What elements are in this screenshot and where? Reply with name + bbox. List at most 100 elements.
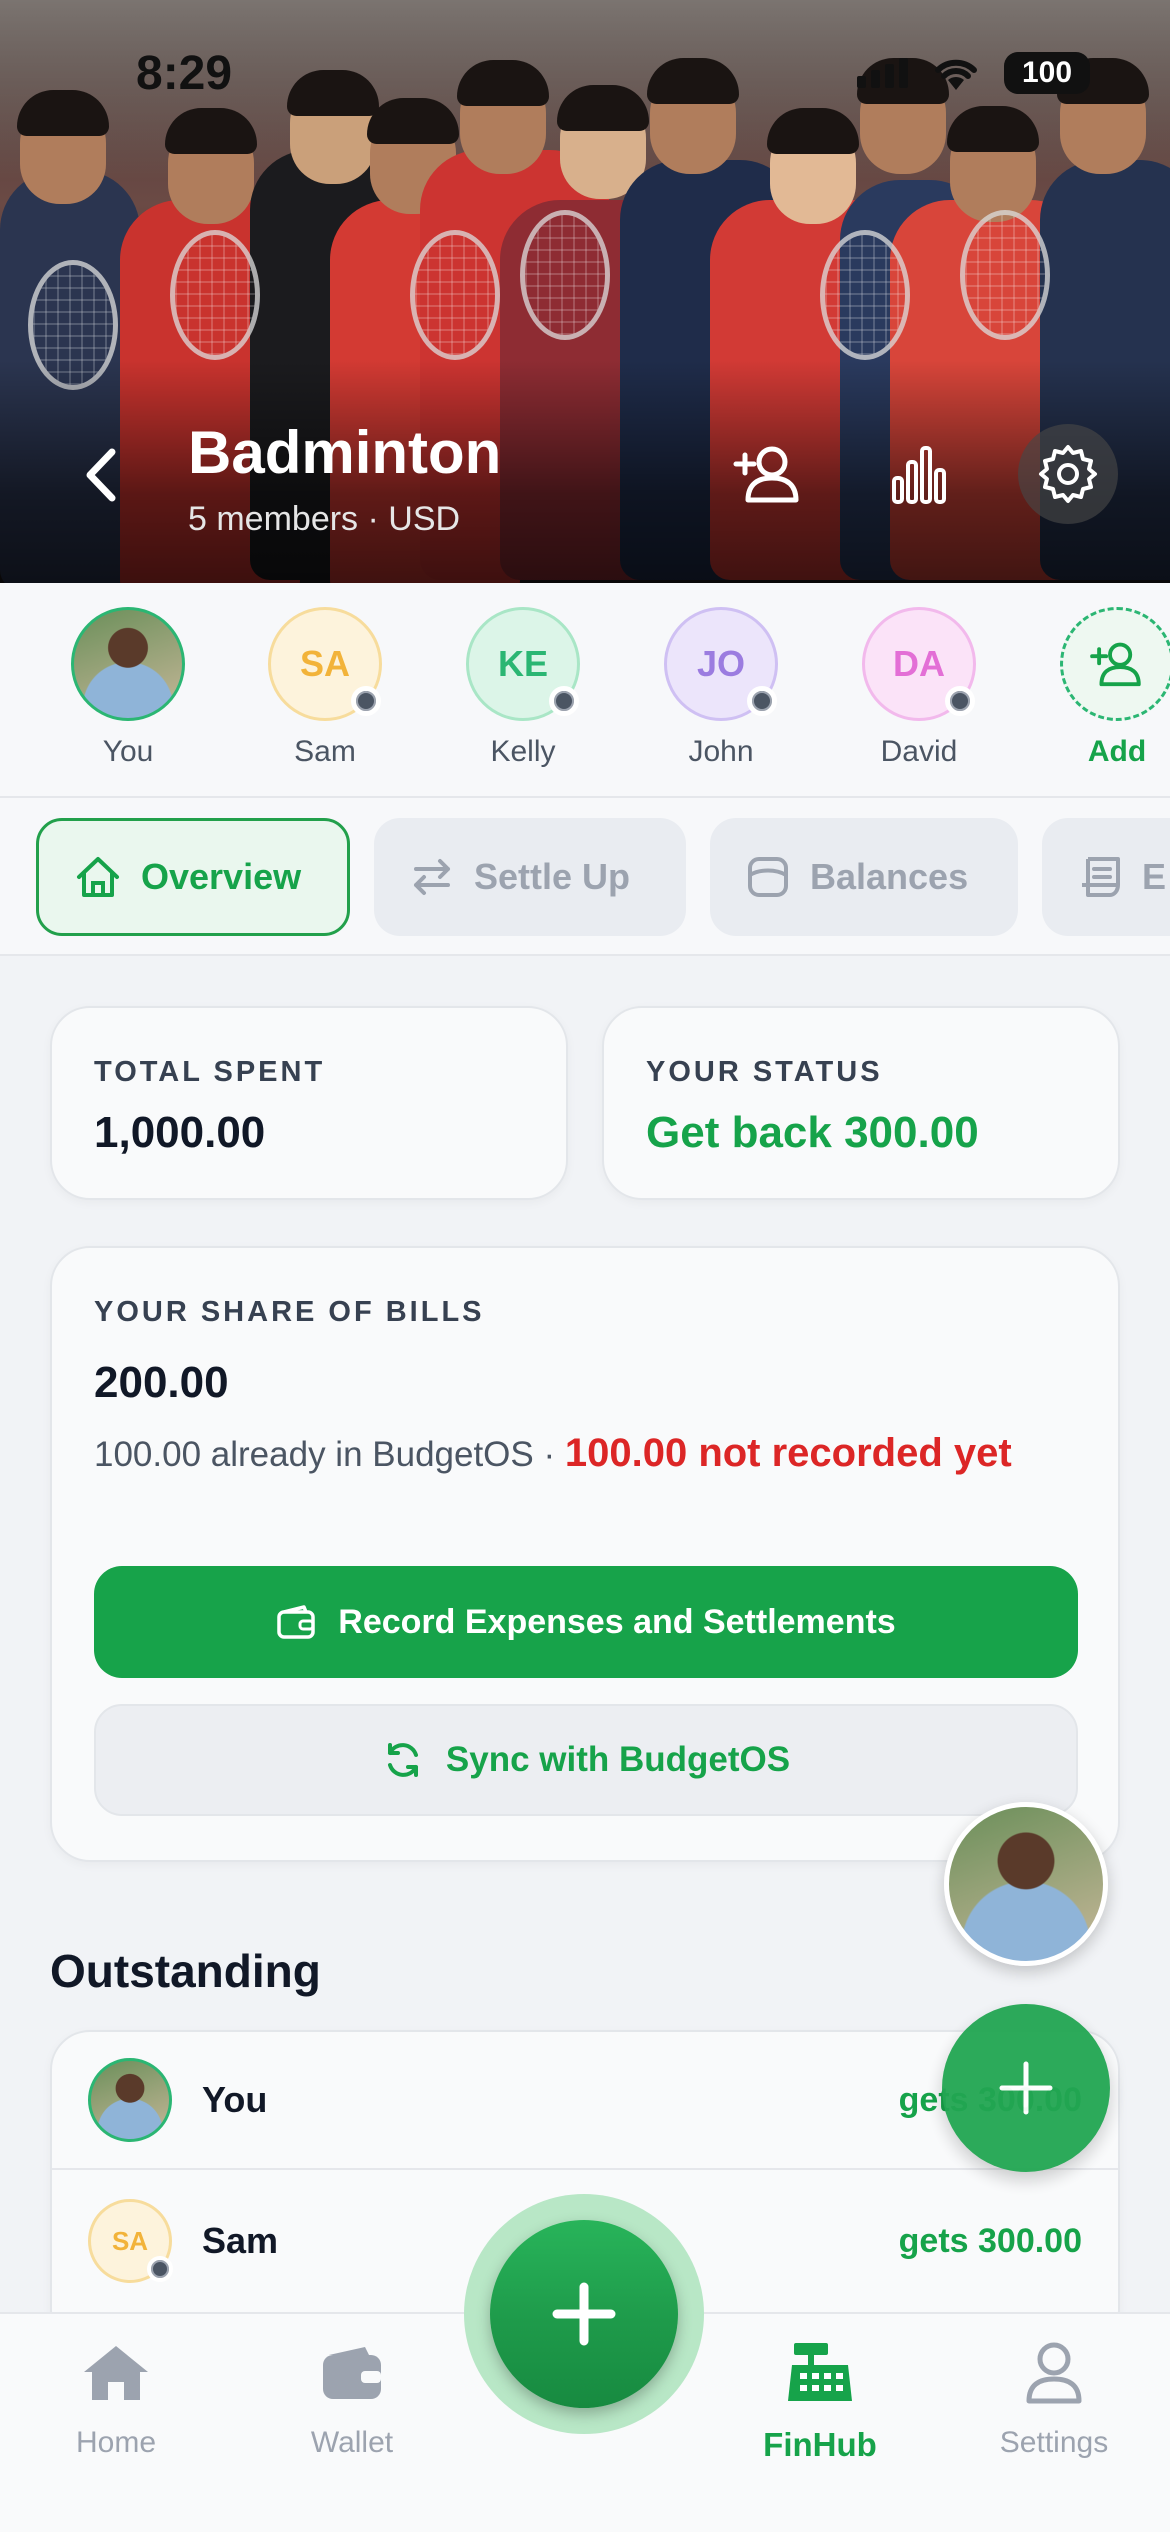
floating-profile-avatar[interactable] bbox=[944, 1802, 1108, 1966]
row-amount: gets 300.00 bbox=[898, 2221, 1082, 2260]
share-record-status: 100.00 already in BudgetOS · 100.00 not … bbox=[94, 1428, 1094, 1480]
member-name: David bbox=[880, 735, 958, 768]
tab-balances[interactable]: Balances bbox=[710, 818, 1018, 936]
avatar: JO bbox=[664, 607, 778, 721]
wallet-icon bbox=[277, 1605, 316, 1639]
member-name: Sam bbox=[294, 735, 356, 768]
members-strip: You SA Sam KE Kelly JO John DA David Add bbox=[0, 583, 1170, 798]
plus-icon bbox=[999, 2061, 1053, 2115]
member-david[interactable]: DA David bbox=[854, 607, 984, 769]
section-tabs: Overview Settle Up Balances E bbox=[0, 798, 1170, 956]
status-time: 8:29 bbox=[136, 47, 233, 100]
row-initials: SA bbox=[111, 2225, 149, 2256]
tab-expenses[interactable]: E bbox=[1042, 818, 1170, 936]
total-spent-label: TOTAL SPENT bbox=[94, 1056, 326, 1088]
nav-finhub[interactable]: FinHub bbox=[730, 2336, 910, 2464]
nav-label: Settings bbox=[999, 2426, 1109, 2459]
your-status-value: Get back 300.00 bbox=[646, 1108, 979, 1157]
nav-label: Wallet bbox=[310, 2426, 394, 2459]
avatar: SA bbox=[88, 2199, 173, 2283]
person-add-icon bbox=[733, 446, 799, 503]
add-member-button[interactable] bbox=[718, 424, 818, 524]
center-add-button[interactable] bbox=[464, 2194, 704, 2434]
member-you[interactable]: You bbox=[63, 607, 193, 769]
avatar bbox=[71, 607, 185, 721]
cash-register-icon bbox=[788, 2343, 852, 2401]
avatar bbox=[1060, 607, 1170, 721]
pending-status-dot bbox=[945, 686, 975, 716]
not-recorded-text: 100.00 not recorded yet bbox=[564, 1431, 1012, 1475]
sync-button-label: Sync with BudgetOS bbox=[445, 1740, 791, 1779]
group-settings-button[interactable] bbox=[1018, 424, 1118, 524]
avatar: SA bbox=[268, 607, 382, 721]
add-expense-fab[interactable] bbox=[942, 2004, 1110, 2172]
nav-wallet[interactable]: Wallet bbox=[262, 2336, 442, 2460]
sync-icon bbox=[387, 1743, 418, 1777]
row-name: You bbox=[202, 2079, 268, 2120]
tab-settle-up[interactable]: Settle Up bbox=[374, 818, 686, 936]
pending-status-dot bbox=[747, 686, 777, 716]
share-value: 200.00 bbox=[94, 1358, 229, 1407]
member-initials: SA bbox=[299, 643, 350, 684]
tab-overview[interactable]: Overview bbox=[36, 818, 350, 936]
share-label: YOUR SHARE OF BILLS bbox=[94, 1296, 485, 1328]
wallet-icon bbox=[323, 2347, 381, 2399]
chevron-left-icon bbox=[86, 448, 116, 502]
person-icon bbox=[1026, 2342, 1082, 2404]
member-initials: DA bbox=[893, 643, 945, 684]
nav-home[interactable]: Home bbox=[26, 2336, 206, 2460]
member-sam[interactable]: SA Sam bbox=[260, 607, 390, 769]
member-name: Kelly bbox=[490, 735, 556, 768]
pending-status-dot bbox=[147, 2256, 173, 2282]
home-icon bbox=[77, 857, 119, 897]
nav-label: Home bbox=[75, 2426, 157, 2459]
total-spent-value: 1,000.00 bbox=[94, 1108, 266, 1157]
group-subtitle: 5 members · USD bbox=[188, 500, 461, 538]
your-status-card: YOUR STATUS Get back 300.00 bbox=[602, 1006, 1120, 1200]
plus-icon bbox=[552, 2282, 616, 2346]
nav-settings[interactable]: Settings bbox=[964, 2336, 1144, 2460]
total-spent-card: TOTAL SPENT 1,000.00 bbox=[50, 1006, 568, 1200]
avatar bbox=[88, 2058, 172, 2142]
stats-button[interactable] bbox=[868, 424, 968, 524]
tab-label: Settle Up bbox=[474, 856, 631, 897]
share-of-bills-card: YOUR SHARE OF BILLS 200.00 100.00 alread… bbox=[50, 1246, 1120, 1862]
member-kelly[interactable]: KE Kelly bbox=[458, 607, 588, 769]
member-name: You bbox=[102, 735, 154, 768]
person-add-icon bbox=[1090, 642, 1141, 687]
home-icon bbox=[84, 2346, 148, 2400]
center-add-inner bbox=[490, 2220, 678, 2408]
record-button-label: Record Expenses and Settlements bbox=[338, 1602, 896, 1641]
member-john[interactable]: JO John bbox=[656, 607, 786, 769]
recorded-text: 100.00 already in BudgetOS · bbox=[94, 1435, 565, 1474]
group-title: Badminton bbox=[188, 419, 502, 486]
arrows-swap-icon bbox=[414, 859, 450, 895]
nav-label: FinHub bbox=[763, 2426, 877, 2463]
cellular-signal-icon bbox=[857, 58, 908, 88]
tab-label: Balances bbox=[810, 856, 969, 897]
receipt-icon bbox=[1082, 857, 1121, 897]
add-member-chip[interactable]: Add bbox=[1052, 607, 1170, 769]
avatar: KE bbox=[466, 607, 580, 721]
back-button[interactable] bbox=[70, 440, 130, 510]
your-status-label: YOUR STATUS bbox=[646, 1056, 883, 1088]
pending-status-dot bbox=[351, 686, 381, 716]
wallet-icon bbox=[748, 857, 788, 897]
bar-chart-icon bbox=[892, 446, 946, 504]
gear-icon bbox=[1039, 445, 1097, 503]
sync-budgetos-button[interactable]: Sync with BudgetOS bbox=[94, 1704, 1078, 1816]
tab-label: E bbox=[1142, 856, 1167, 897]
pending-status-dot bbox=[549, 686, 579, 716]
member-name: John bbox=[688, 735, 754, 768]
add-label: Add bbox=[1087, 735, 1147, 768]
wifi-icon bbox=[935, 59, 977, 90]
battery-indicator: 100 bbox=[1004, 52, 1090, 94]
member-initials: KE bbox=[497, 643, 548, 684]
tab-label: Overview bbox=[141, 856, 302, 897]
avatar: DA bbox=[862, 607, 976, 721]
record-expenses-button[interactable]: Record Expenses and Settlements bbox=[94, 1566, 1078, 1678]
status-icons: 100 bbox=[857, 52, 1090, 94]
outstanding-title: Outstanding bbox=[50, 1945, 321, 1997]
cover-gradient bbox=[0, 360, 1170, 583]
status-bar: 8:29 100 bbox=[0, 0, 1170, 150]
